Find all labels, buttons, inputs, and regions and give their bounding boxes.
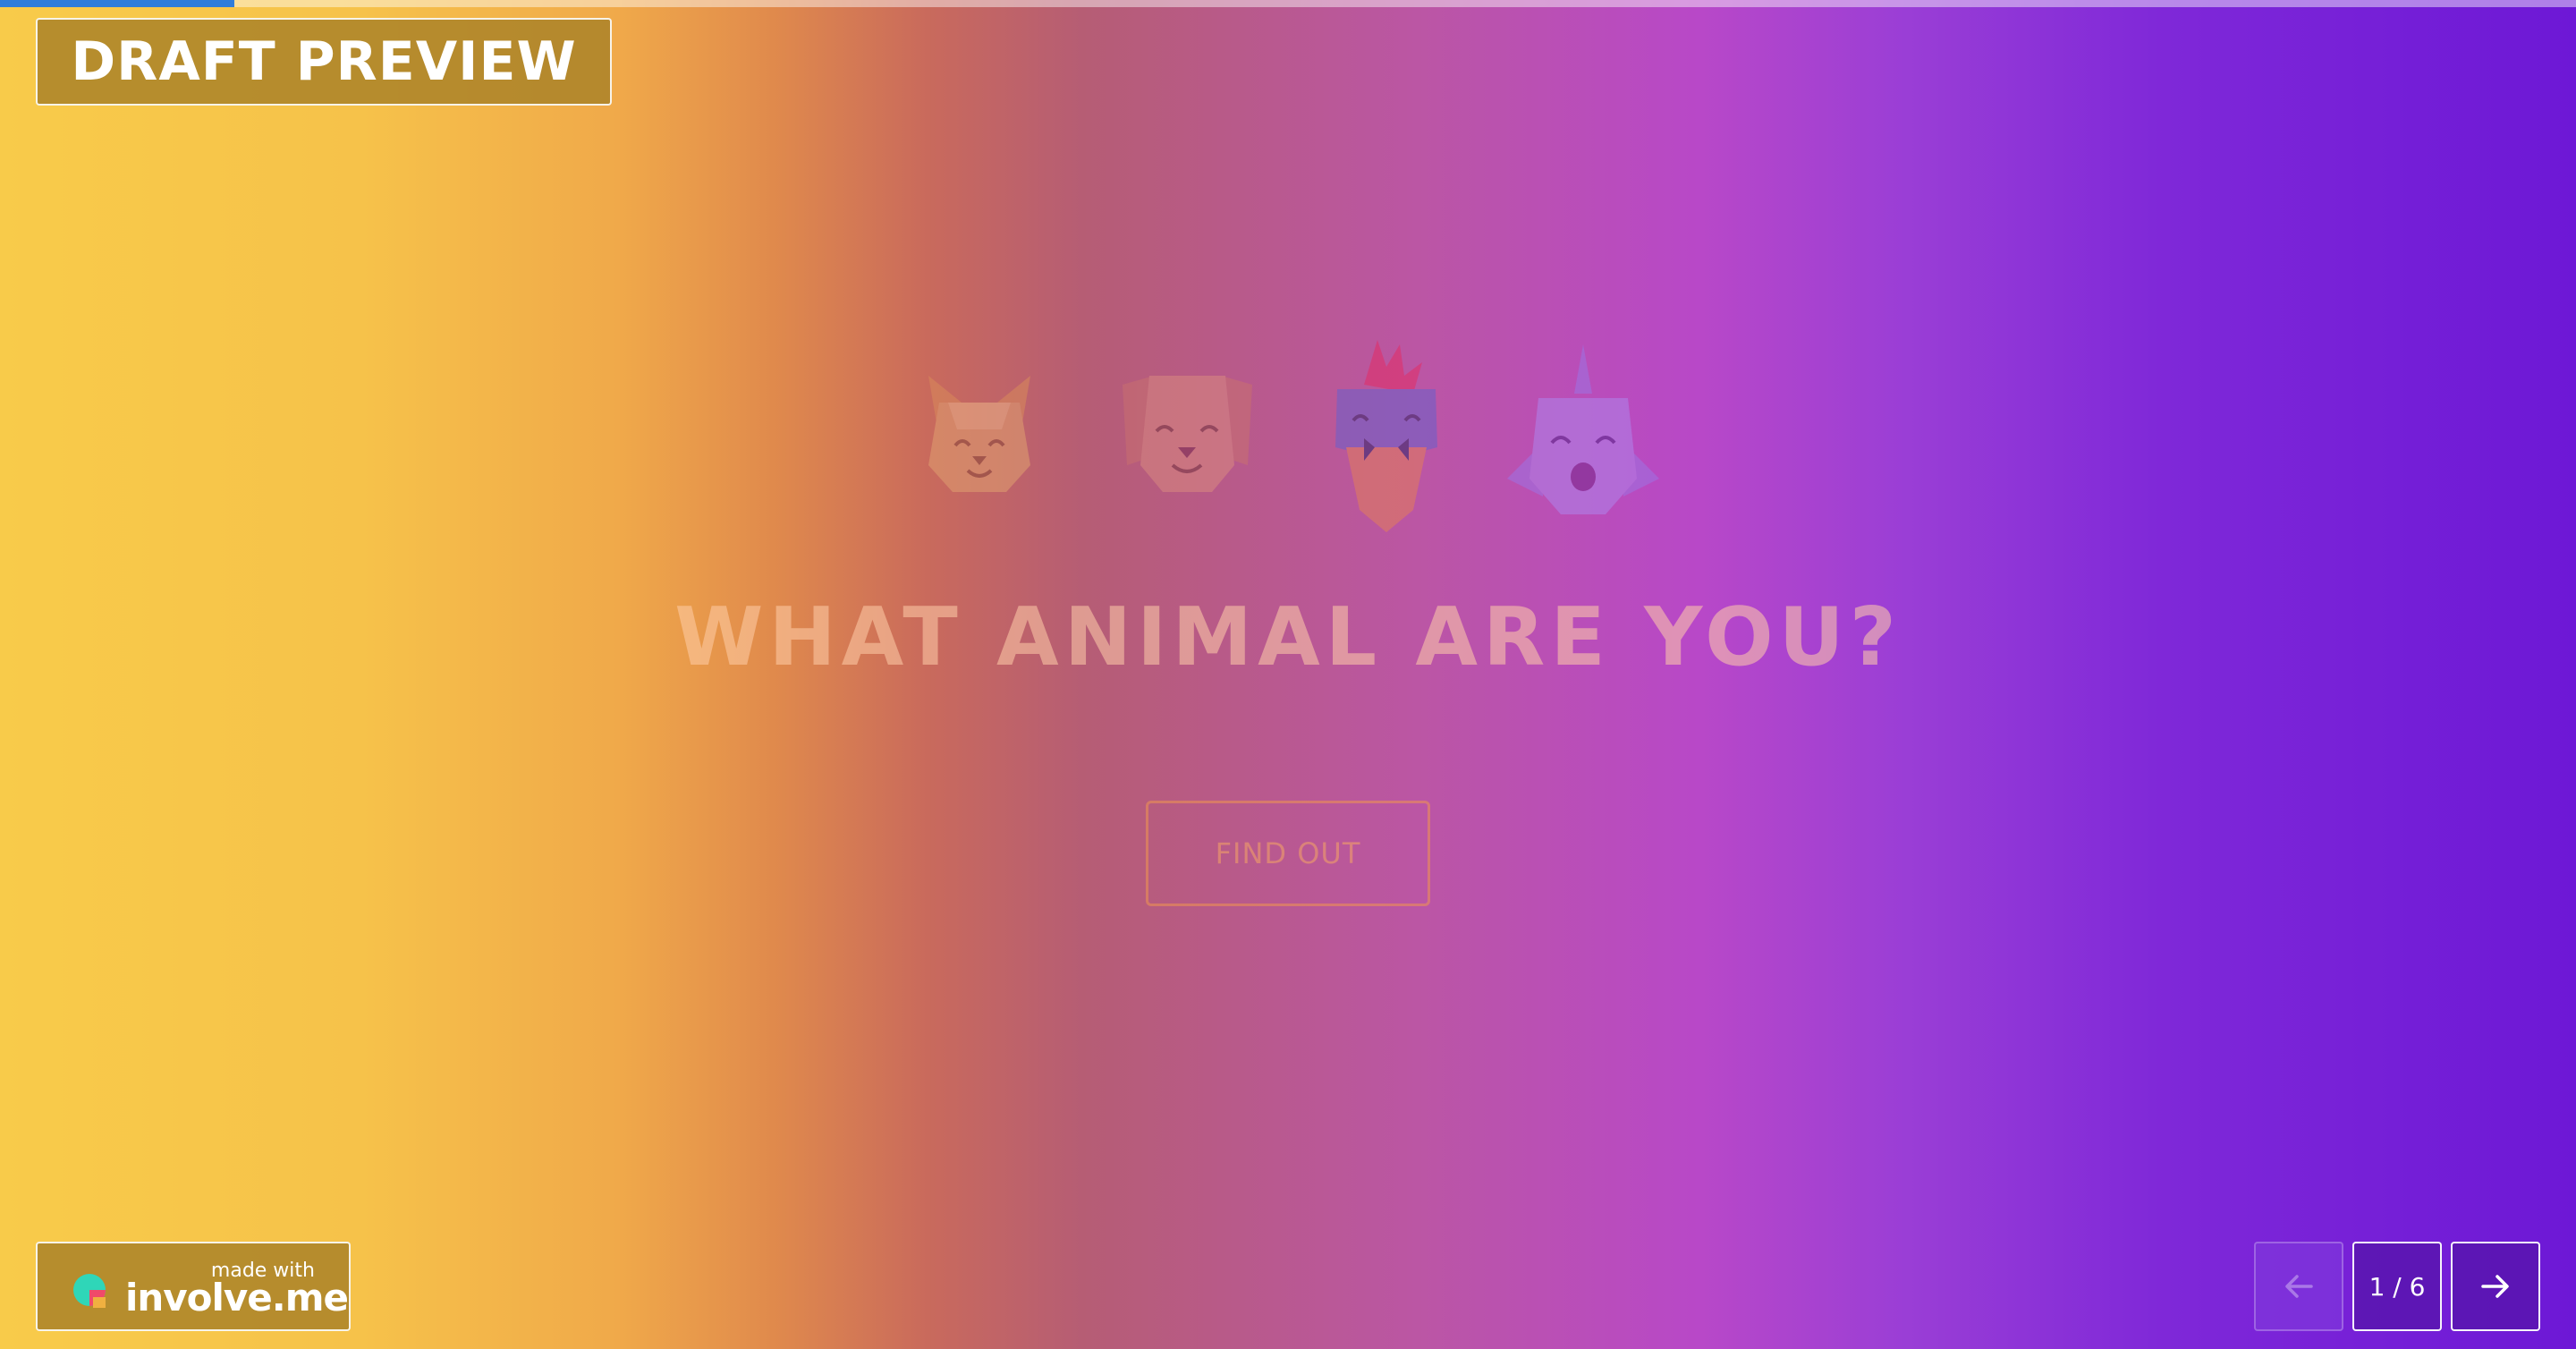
involve-me-logo-icon <box>73 1274 106 1308</box>
progress-bar <box>0 0 2576 7</box>
dog-icon <box>1123 376 1252 492</box>
fish-icon <box>1507 344 1659 514</box>
progress-bar-fill <box>0 0 235 7</box>
next-page-button[interactable] <box>2451 1242 2540 1331</box>
find-out-button[interactable]: FIND OUT <box>1146 801 1430 906</box>
previous-page-button[interactable] <box>2254 1242 2343 1331</box>
page-counter: 1 / 6 <box>2352 1242 2442 1331</box>
page-title: WHAT ANIMAL ARE YOU? <box>674 590 1902 684</box>
draft-preview-badge: DRAFT PREVIEW <box>36 18 612 106</box>
brand-name: involve.me <box>125 1276 349 1319</box>
bird-icon <box>1335 340 1437 532</box>
animal-illustrations <box>921 331 1673 537</box>
arrow-right-icon <box>2481 1275 2509 1298</box>
made-with-involve-me-badge[interactable]: made with involve.me <box>36 1242 351 1331</box>
arrow-left-icon <box>2285 1275 2313 1298</box>
cat-icon <box>928 376 1030 492</box>
